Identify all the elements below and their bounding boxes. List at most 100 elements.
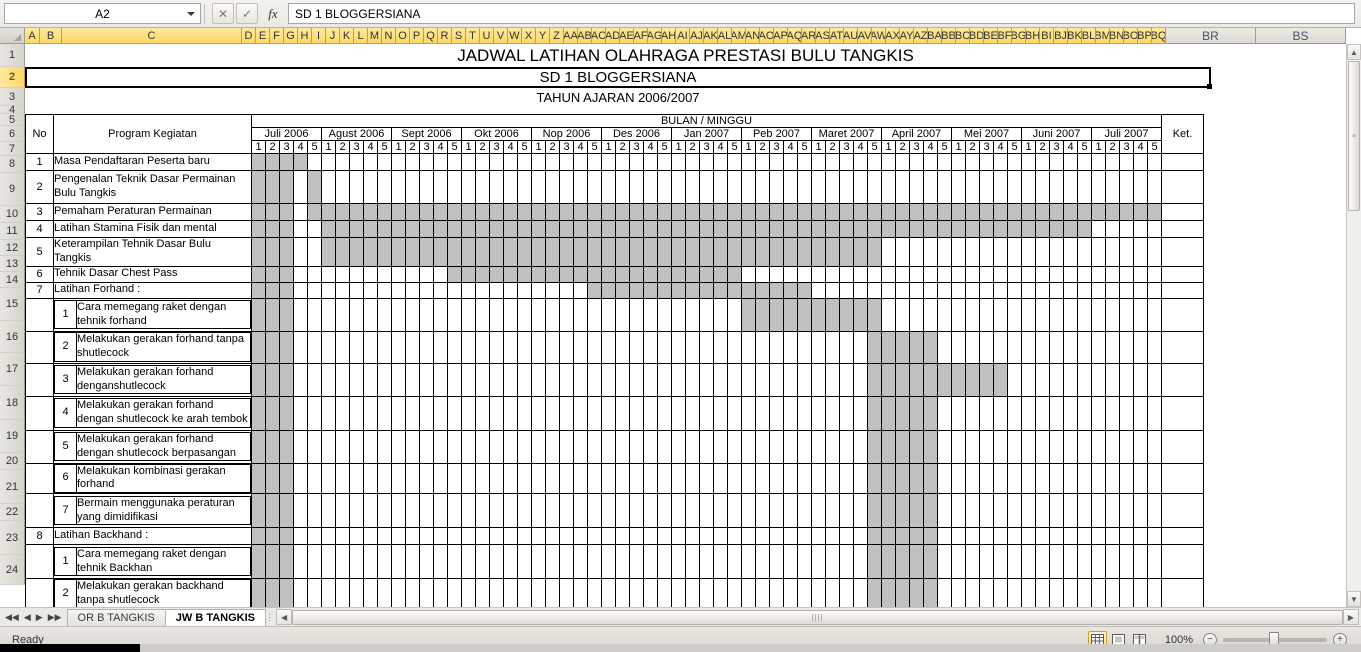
gantt-cell[interactable] — [895, 527, 910, 545]
gantt-cell[interactable] — [951, 330, 966, 364]
column-header-e[interactable]: E — [256, 28, 270, 44]
gantt-cell[interactable] — [909, 493, 924, 528]
gantt-cell[interactable] — [279, 527, 294, 545]
gantt-cell[interactable] — [783, 153, 798, 171]
gantt-cell[interactable] — [797, 203, 812, 221]
gantt-cell[interactable] — [769, 203, 784, 221]
gantt-cell[interactable] — [769, 578, 784, 607]
gantt-cell[interactable] — [503, 544, 518, 579]
gantt-cell[interactable] — [699, 170, 714, 204]
column-header-ax[interactable]: AX — [886, 28, 900, 44]
gantt-cell[interactable] — [1007, 153, 1022, 171]
gantt-cell[interactable] — [1077, 493, 1092, 528]
gantt-cell[interactable] — [1133, 330, 1148, 364]
gantt-cell[interactable] — [965, 153, 980, 171]
gantt-cell[interactable] — [965, 395, 980, 431]
column-header-ar[interactable]: AR — [802, 28, 816, 44]
gantt-cell[interactable] — [727, 203, 742, 221]
gantt-cell[interactable] — [335, 462, 350, 494]
column-header-k[interactable]: K — [340, 28, 354, 44]
gantt-cell[interactable] — [797, 544, 812, 579]
gantt-cell[interactable] — [923, 527, 938, 545]
gantt-cell[interactable] — [755, 220, 770, 238]
gantt-cell[interactable] — [713, 362, 728, 397]
gantt-cell[interactable] — [1133, 170, 1148, 204]
gantt-cell[interactable] — [503, 265, 518, 283]
gantt-cell[interactable] — [503, 297, 518, 332]
gantt-cell[interactable] — [937, 237, 952, 267]
gantt-cell[interactable] — [713, 265, 728, 283]
gantt-cell[interactable] — [657, 170, 672, 204]
gantt-cell[interactable] — [377, 493, 392, 528]
gantt-cell[interactable] — [405, 578, 420, 607]
gantt-cell[interactable] — [265, 153, 280, 171]
gantt-cell[interactable] — [265, 527, 280, 545]
gantt-cell[interactable] — [587, 462, 602, 494]
gantt-cell[interactable] — [363, 544, 378, 579]
gantt-cell[interactable] — [1133, 462, 1148, 494]
gantt-cell[interactable] — [1035, 395, 1050, 431]
gantt-cell[interactable] — [377, 297, 392, 332]
column-header-bi[interactable]: BI — [1040, 28, 1054, 44]
gantt-cell[interactable] — [895, 493, 910, 528]
gantt-cell[interactable] — [769, 297, 784, 332]
gantt-cell[interactable] — [615, 281, 630, 299]
gantt-cell[interactable] — [559, 237, 574, 267]
gantt-cell[interactable] — [629, 527, 644, 545]
gantt-cell[interactable] — [881, 527, 896, 545]
gantt-cell[interactable] — [279, 237, 294, 267]
gantt-cell[interactable] — [965, 220, 980, 238]
column-header-s[interactable]: S — [452, 28, 466, 44]
gantt-cell[interactable] — [965, 265, 980, 283]
gantt-cell[interactable] — [1119, 237, 1134, 267]
gantt-cell[interactable] — [447, 462, 462, 494]
column-header-bh[interactable]: BH — [1026, 28, 1040, 44]
column-header-ac[interactable]: AC — [592, 28, 606, 44]
gantt-cell[interactable] — [755, 297, 770, 332]
gantt-cell[interactable] — [671, 395, 686, 431]
gantt-cell[interactable] — [335, 395, 350, 431]
gantt-cell[interactable] — [1091, 395, 1106, 431]
gantt-cell[interactable] — [727, 578, 742, 607]
gantt-cell[interactable] — [251, 237, 266, 267]
gantt-cell[interactable] — [615, 330, 630, 364]
gantt-cell[interactable] — [1035, 493, 1050, 528]
gantt-cell[interactable] — [433, 429, 448, 464]
gantt-cell[interactable] — [587, 493, 602, 528]
gantt-cell[interactable] — [825, 297, 840, 332]
gantt-cell[interactable] — [503, 462, 518, 494]
gantt-cell[interactable] — [1035, 429, 1050, 464]
gantt-cell[interactable] — [1091, 220, 1106, 238]
gantt-cell[interactable] — [727, 527, 742, 545]
gantt-cell[interactable] — [769, 527, 784, 545]
row-header-14[interactable]: 14 — [0, 272, 25, 288]
gantt-cell[interactable] — [265, 493, 280, 528]
gantt-cell[interactable] — [1133, 297, 1148, 332]
gantt-cell[interactable] — [1035, 362, 1050, 397]
gantt-cell[interactable] — [769, 330, 784, 364]
gantt-cell[interactable] — [1119, 265, 1134, 283]
chevron-down-icon[interactable] — [187, 11, 195, 16]
gantt-cell[interactable] — [363, 237, 378, 267]
gantt-cell[interactable] — [461, 429, 476, 464]
gantt-cell[interactable] — [839, 203, 854, 221]
gantt-cell[interactable] — [573, 578, 588, 607]
gantt-cell[interactable] — [279, 220, 294, 238]
gantt-cell[interactable] — [895, 330, 910, 364]
column-header-ba[interactable]: BA — [928, 28, 942, 44]
gantt-cell[interactable] — [951, 544, 966, 579]
gantt-cell[interactable] — [405, 493, 420, 528]
gantt-cell[interactable] — [419, 330, 434, 364]
gantt-cell[interactable] — [615, 527, 630, 545]
column-header-al[interactable]: AL — [718, 28, 732, 44]
gantt-cell[interactable] — [699, 544, 714, 579]
gantt-cell[interactable] — [503, 153, 518, 171]
gantt-cell[interactable] — [419, 220, 434, 238]
gantt-cell[interactable] — [419, 527, 434, 545]
gantt-cell[interactable] — [1077, 153, 1092, 171]
gantt-cell[interactable] — [1105, 527, 1120, 545]
gantt-cell[interactable] — [951, 493, 966, 528]
gantt-cell[interactable] — [797, 170, 812, 204]
gantt-cell[interactable] — [937, 265, 952, 283]
gantt-cell[interactable] — [419, 297, 434, 332]
